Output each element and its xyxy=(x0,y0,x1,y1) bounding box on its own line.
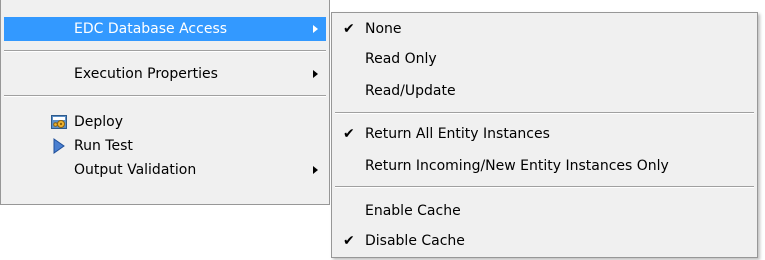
submenu-item-enable-cache[interactable]: Enable Cache xyxy=(335,199,754,223)
menu-item-label: Execution Properties xyxy=(74,66,218,82)
submenu-item-label: None xyxy=(365,21,402,37)
run-test-icon xyxy=(51,138,67,154)
submenu-item-label: Return All Entity Instances xyxy=(365,126,550,142)
menu-item-output-validation[interactable]: Output Validation xyxy=(4,158,326,182)
submenu-item-label: Disable Cache xyxy=(365,233,465,249)
submenu-item-label: Read Only xyxy=(365,51,437,67)
check-icon: ✔ xyxy=(343,126,355,142)
context-menu: EDC Database Access Execution Properties… xyxy=(0,0,330,205)
submenu-item-read-update[interactable]: Read/Update xyxy=(335,79,754,103)
menu-item-edc-database-access[interactable]: EDC Database Access xyxy=(4,17,326,41)
menu-item-label: Output Validation xyxy=(74,162,197,178)
menu-item-label: Deploy xyxy=(74,114,124,130)
submenu-item-label: Enable Cache xyxy=(365,203,461,219)
menu-separator xyxy=(4,50,326,52)
submenu-item-return-incoming-new-entity-instances-only[interactable]: Return Incoming/New Entity Instances Onl… xyxy=(335,154,754,178)
menu-item-execution-properties[interactable]: Execution Properties xyxy=(4,62,326,86)
menu-separator xyxy=(335,186,754,188)
menu-separator xyxy=(335,112,754,114)
submenu-item-label: Read/Update xyxy=(365,83,456,99)
edc-database-access-submenu: ✔ None Read Only Read/Update ✔ Return Al… xyxy=(331,12,758,258)
submenu-arrow-icon xyxy=(313,25,318,33)
submenu-arrow-icon xyxy=(313,166,318,174)
submenu-item-label: Return Incoming/New Entity Instances Onl… xyxy=(365,158,669,174)
submenu-item-return-all-entity-instances[interactable]: ✔ Return All Entity Instances xyxy=(335,122,754,146)
menu-separator xyxy=(4,95,326,97)
submenu-item-disable-cache[interactable]: ✔ Disable Cache xyxy=(335,229,754,253)
submenu-item-read-only[interactable]: Read Only xyxy=(335,47,754,71)
check-icon: ✔ xyxy=(343,233,355,249)
check-icon: ✔ xyxy=(343,21,355,37)
deploy-icon xyxy=(51,114,67,130)
submenu-arrow-icon xyxy=(313,70,318,78)
menu-item-label: EDC Database Access xyxy=(74,21,228,37)
submenu-item-none[interactable]: ✔ None xyxy=(335,17,754,41)
menu-item-label: Run Test xyxy=(74,138,133,154)
menu-item-run-test[interactable]: Run Test xyxy=(4,134,326,158)
menu-item-deploy[interactable]: Deploy xyxy=(4,110,326,134)
